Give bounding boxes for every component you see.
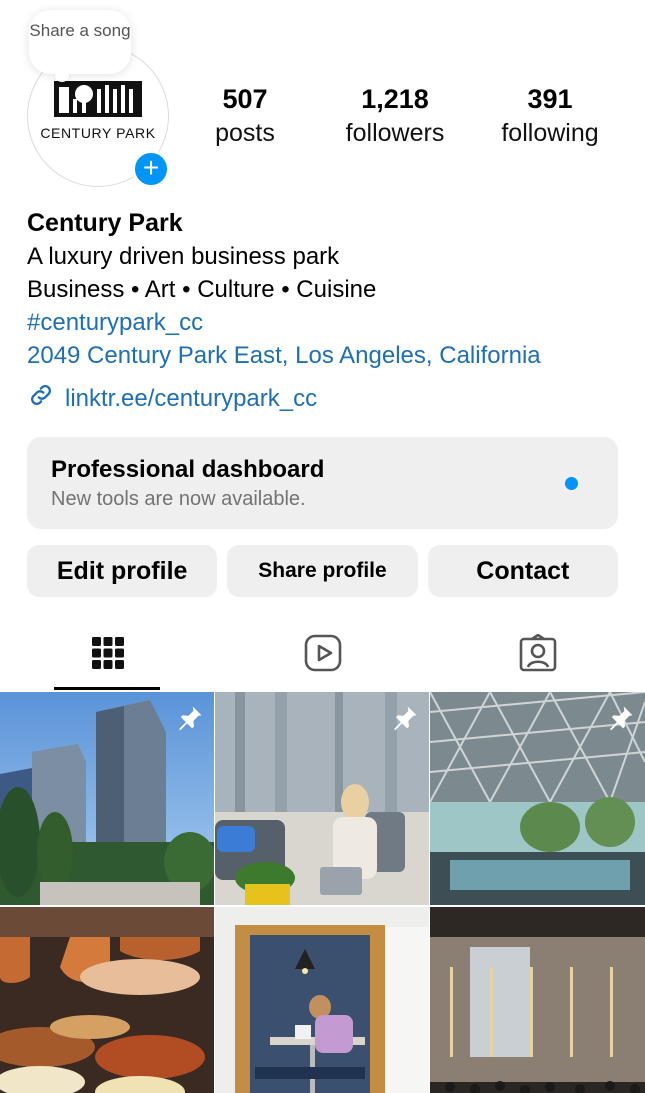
- logo-text: CENTURY PARK: [40, 125, 156, 141]
- grid-icon: [91, 636, 125, 675]
- dashboard-subtitle: New tools are now available.: [51, 488, 306, 510]
- contact-button[interactable]: Contact: [427, 545, 618, 597]
- stat-followers[interactable]: 1,218 followers: [300, 82, 490, 150]
- post-thumbnail[interactable]: [0, 907, 214, 1093]
- note-bubble[interactable]: Share a song: [29, 10, 131, 82]
- professional-dashboard[interactable]: Professional dashboard New tools are now…: [27, 437, 618, 529]
- post-thumbnail[interactable]: [215, 907, 429, 1093]
- share-profile-button[interactable]: Share profile: [227, 545, 418, 597]
- stat-number: 1,218: [361, 84, 429, 114]
- tab-tagged[interactable]: [430, 620, 645, 690]
- pin-icon: [605, 704, 635, 739]
- profile-actions: Edit profile Share profile Contact: [27, 545, 618, 597]
- tab-posts-grid[interactable]: [0, 620, 215, 690]
- bio-url-link[interactable]: linktr.ee/centurypark_cc: [27, 381, 627, 416]
- stat-posts[interactable]: 507 posts: [190, 82, 300, 150]
- bio-address-link[interactable]: 2049 Century Park East, Los Angeles, Cal…: [27, 339, 627, 372]
- profile-stats: 507 posts 1,218 followers 391 following: [190, 82, 630, 150]
- tab-reels[interactable]: [215, 620, 430, 690]
- bio-categories: Business • Art • Culture • Cuisine: [27, 276, 377, 303]
- url-text: linktr.ee/centurypark_cc: [65, 384, 318, 412]
- reels-icon: [304, 634, 342, 677]
- add-story-button[interactable]: +: [132, 150, 170, 188]
- profile-tabs: [0, 620, 645, 690]
- profile-bio: Century Park A luxury driven business pa…: [27, 206, 627, 416]
- tagged-icon: [519, 632, 557, 677]
- bio-tagline: A luxury driven business park: [27, 243, 340, 270]
- bio-hashtag-link[interactable]: #centurypark_cc: [27, 306, 627, 339]
- stat-number: 391: [527, 84, 573, 114]
- post-thumbnail[interactable]: [430, 692, 645, 905]
- stat-following[interactable]: 391 following: [490, 82, 610, 150]
- post-thumbnail[interactable]: [430, 907, 645, 1093]
- stat-label: following: [501, 119, 599, 147]
- note-text: Share a song: [29, 21, 131, 40]
- dashboard-title: Professional dashboard: [51, 456, 325, 483]
- stat-number: 507: [222, 84, 268, 114]
- link-icon: [27, 381, 65, 416]
- notification-dot: [565, 477, 578, 490]
- century-park-logo: CENTURY PARK: [27, 79, 169, 141]
- post-thumbnail[interactable]: [215, 692, 429, 905]
- profile-name: Century Park: [27, 209, 183, 237]
- edit-profile-button[interactable]: Edit profile: [27, 545, 218, 597]
- post-grid: [0, 692, 645, 1093]
- pin-icon: [389, 704, 419, 739]
- post-thumbnail[interactable]: [0, 692, 214, 905]
- stat-label: posts: [215, 119, 275, 147]
- stat-label: followers: [345, 119, 445, 147]
- pin-icon: [174, 704, 204, 739]
